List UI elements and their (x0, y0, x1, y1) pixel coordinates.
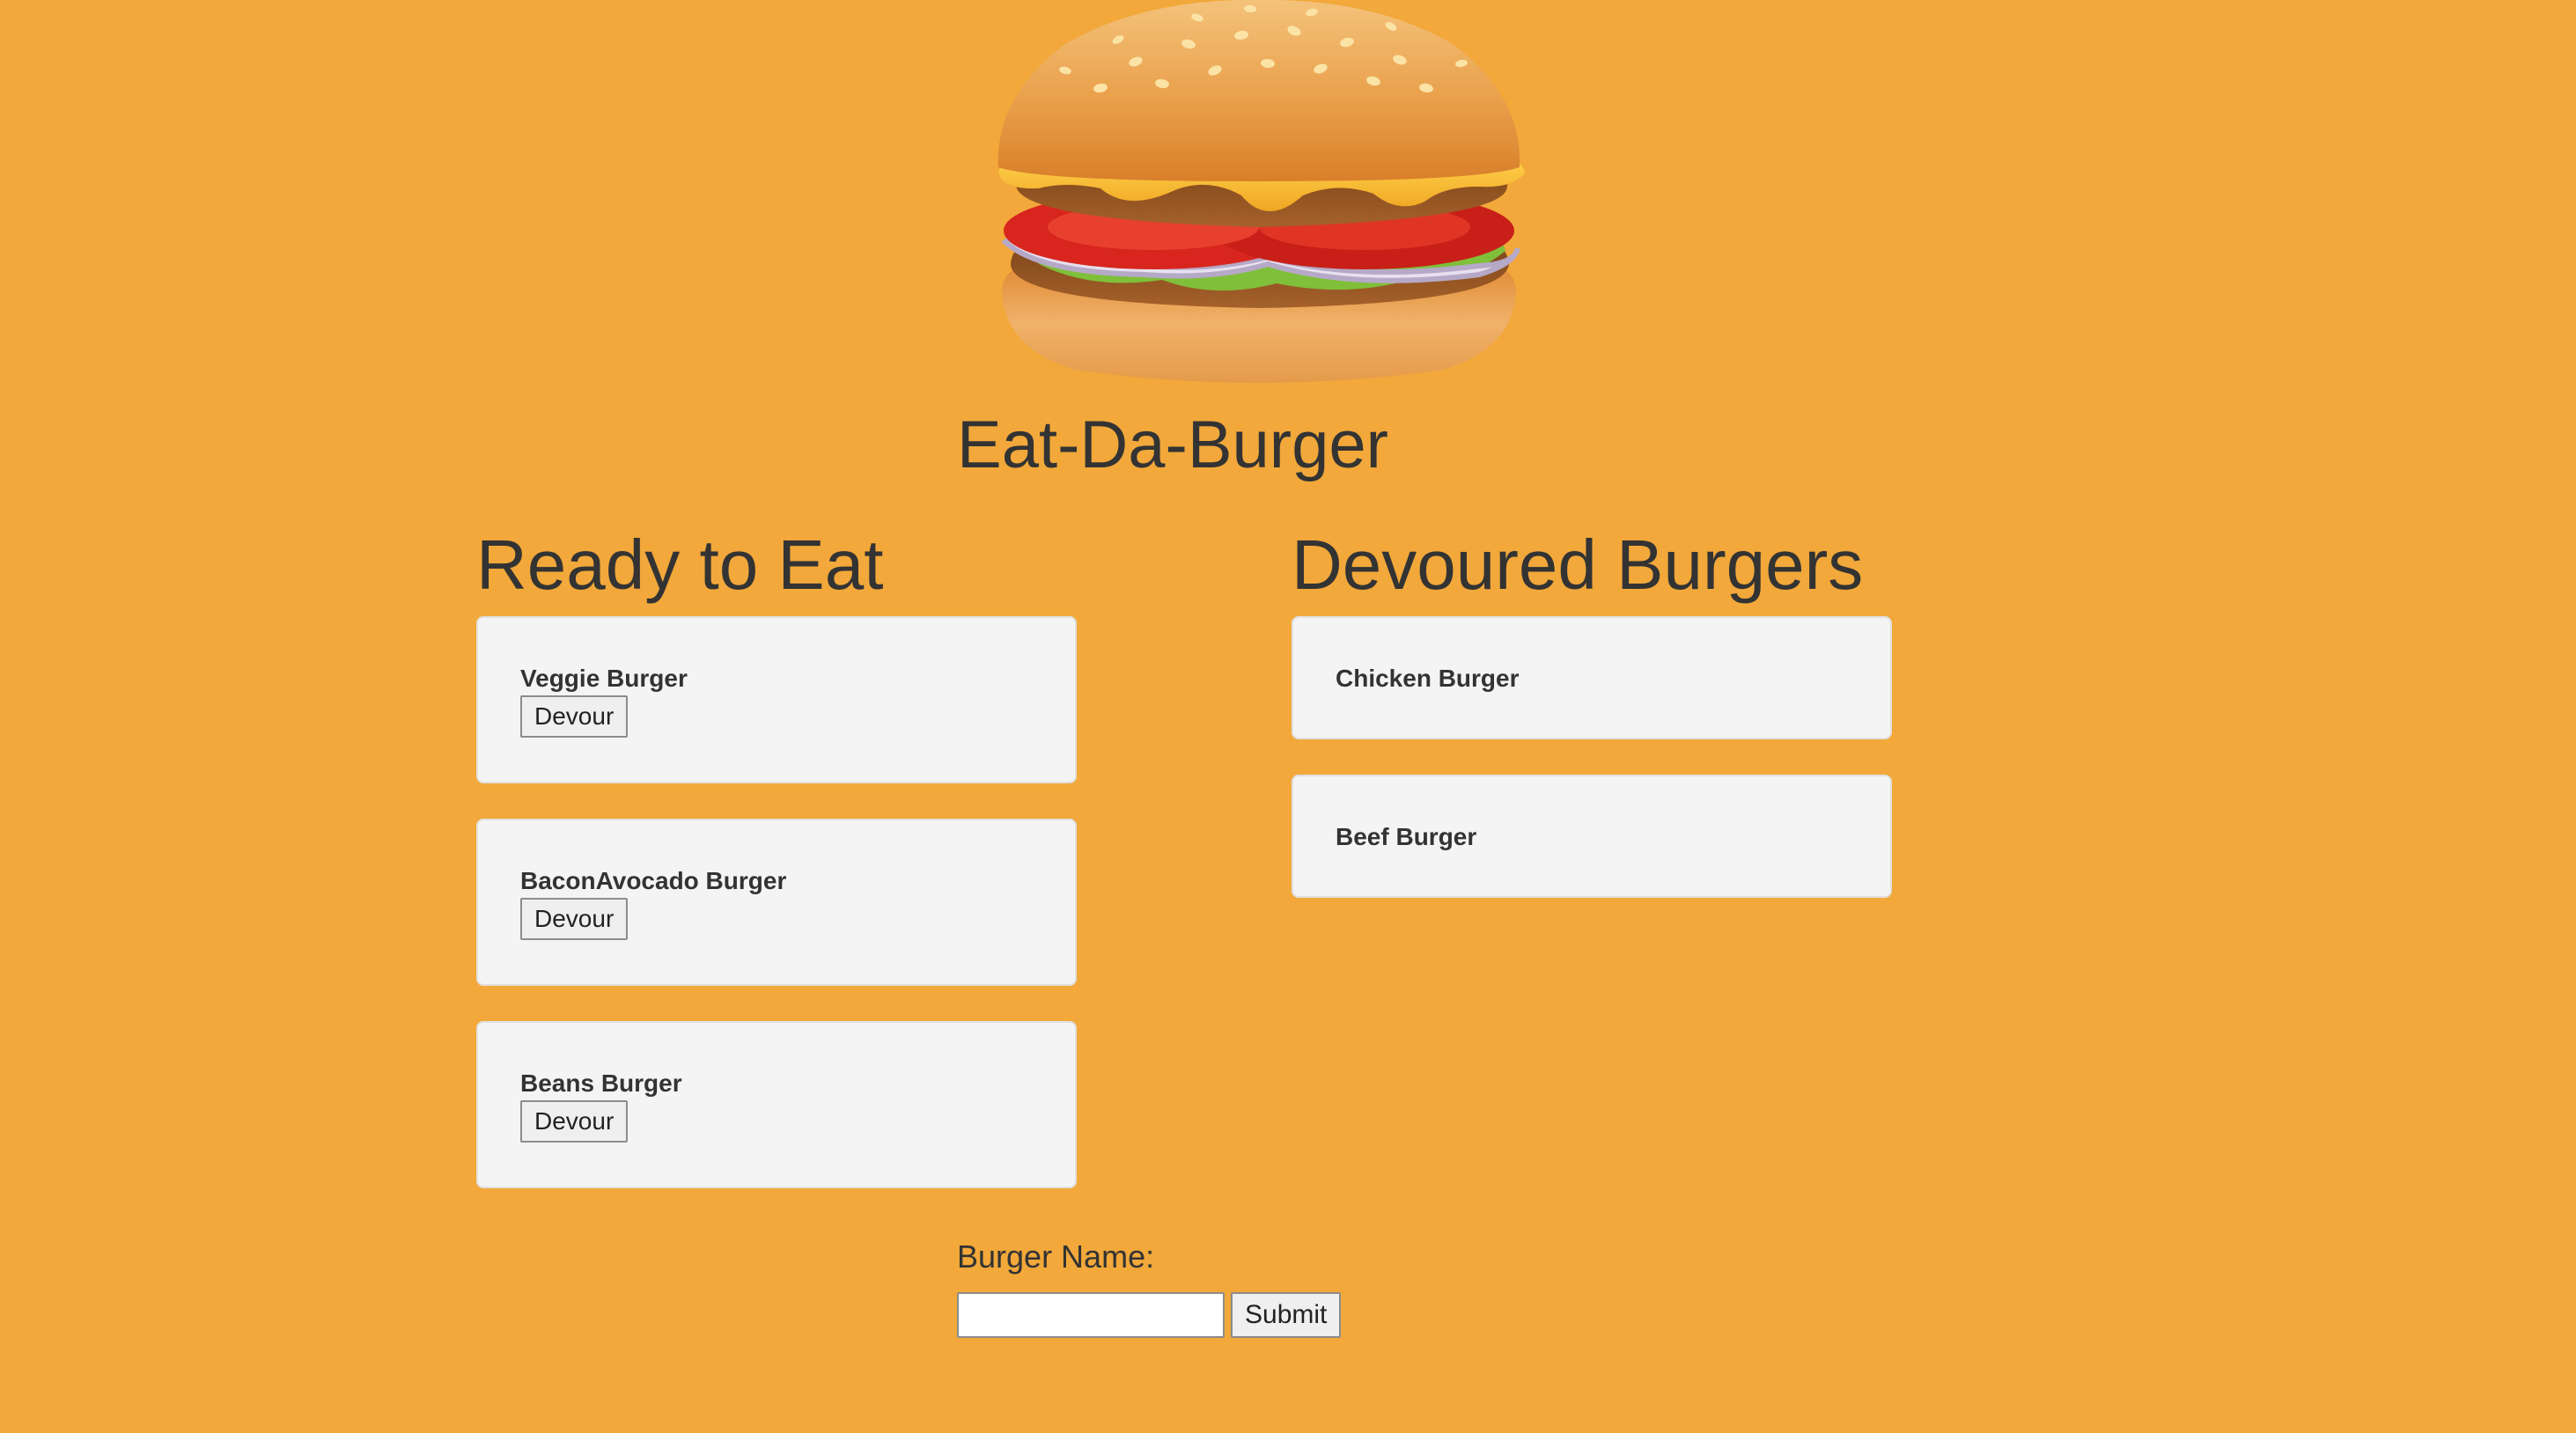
burger-name-input[interactable] (957, 1292, 1225, 1338)
ready-to-eat-heading: Ready to Eat (476, 525, 884, 604)
page: Eat-Da-Burger Ready to Eat Veggie Burger… (0, 0, 2576, 1433)
burger-name: Beans Burger (520, 1069, 682, 1097)
devoured-burgers-heading: Devoured Burgers (1292, 525, 1864, 604)
ready-burger-card: BaconAvocado Burger Devour (476, 819, 1077, 986)
devour-button[interactable]: Devour (520, 898, 629, 940)
page-title: Eat-Da-Burger (957, 408, 1388, 482)
burger-name: Veggie Burger (520, 665, 688, 692)
devour-button[interactable]: Devour (520, 695, 629, 738)
devoured-burger-card: Beef Burger (1292, 775, 1892, 898)
ready-burger-card: Veggie Burger Devour (476, 616, 1077, 783)
devoured-burger-card: Chicken Burger (1292, 616, 1892, 739)
hamburger-icon (997, 0, 1525, 383)
devour-button[interactable]: Devour (520, 1100, 629, 1143)
burger-name-label: Burger Name: (957, 1238, 1155, 1275)
burger-name: Chicken Burger (1336, 665, 1520, 692)
burger-name: Beef Burger (1336, 823, 1477, 850)
ready-burger-card: Beans Burger Devour (476, 1021, 1077, 1188)
burger-name: BaconAvocado Burger (520, 867, 787, 894)
submit-button[interactable]: Submit (1231, 1292, 1342, 1338)
